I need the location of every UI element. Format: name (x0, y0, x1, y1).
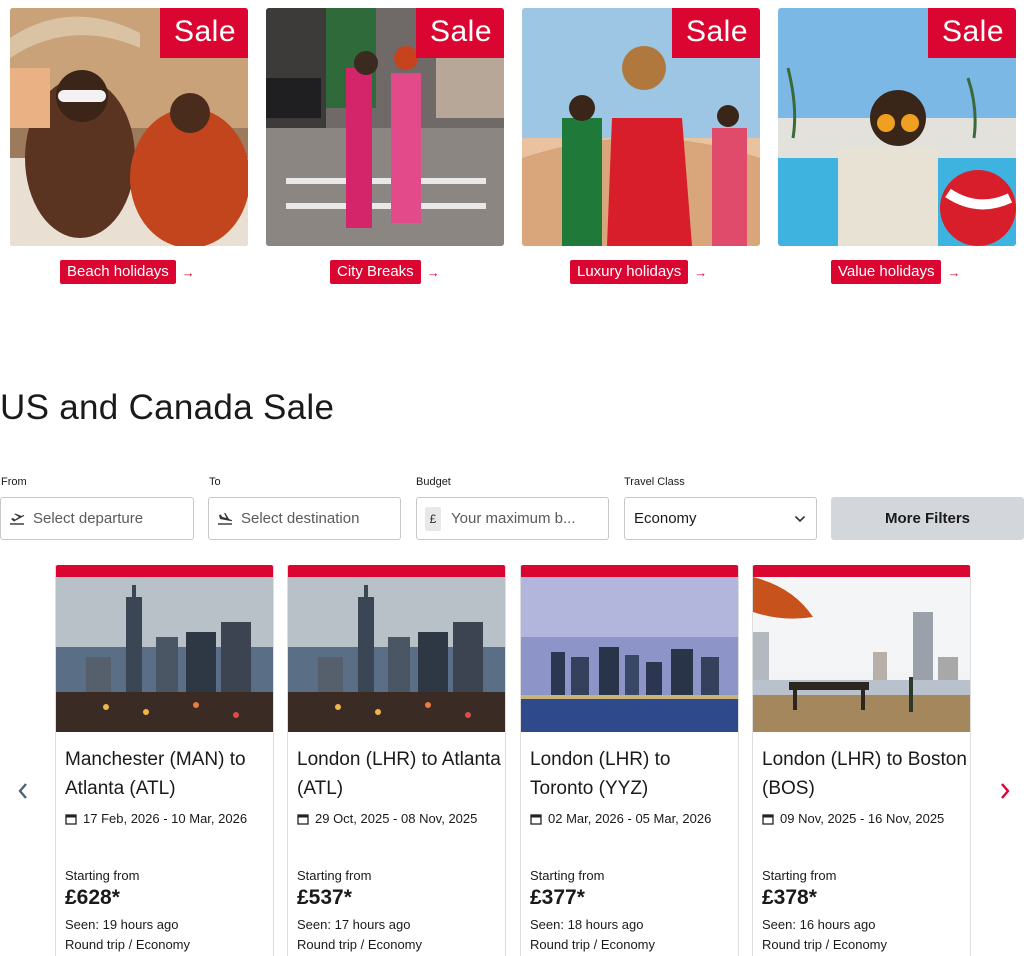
deal-price: £628* (65, 886, 120, 909)
starting-from-label: Starting from (65, 868, 140, 883)
city-breaks-image[interactable]: Sale (266, 8, 504, 246)
luxury-holidays-link[interactable]: Luxury holidays → (570, 260, 707, 284)
section-title: US and Canada Sale (0, 388, 335, 427)
calendar-icon (65, 813, 77, 825)
travel-class-label: Travel Class (624, 476, 685, 488)
deal-price: £377* (530, 886, 585, 909)
deal-date-range: 29 Oct, 2025 - 08 Nov, 2025 (315, 811, 478, 826)
seen-time: Seen: 19 hours ago (65, 917, 179, 932)
to-placeholder: Select destination (241, 510, 360, 527)
arrow-right-icon: → (426, 264, 440, 280)
toronto-skyline-photo (521, 577, 738, 732)
atlanta-skyline-photo (288, 577, 505, 732)
trip-type: Round trip / Economy (530, 937, 656, 952)
deal-card[interactable]: Manchester (MAN) to Atlanta (ATL) 17 Feb… (55, 565, 274, 956)
calendar-icon (297, 813, 309, 825)
deal-route: London (LHR) to Atlanta (ATL) (297, 749, 501, 799)
sale-badge: Sale (159, 8, 248, 58)
to-label: To (209, 476, 221, 488)
budget-label: Budget (416, 476, 451, 488)
arrow-right-icon: → (947, 264, 961, 280)
calendar-icon (762, 813, 774, 825)
beach-holidays-image[interactable]: Sale (10, 8, 248, 246)
deal-date-range: 09 Nov, 2025 - 16 Nov, 2025 (780, 811, 945, 826)
seen-time: Seen: 17 hours ago (297, 917, 411, 932)
arrow-right-icon: → (694, 264, 708, 280)
deal-dates: 02 Mar, 2026 - 05 Mar, 2026 (530, 811, 711, 826)
calendar-icon (530, 813, 542, 825)
value-holidays-label[interactable]: Value holidays (831, 260, 942, 284)
trip-type: Round trip / Economy (65, 937, 191, 952)
deal-date-range: 17 Feb, 2026 - 10 Mar, 2026 (83, 811, 248, 826)
deal-dates: 09 Nov, 2025 - 16 Nov, 2025 (762, 811, 944, 826)
sale-badge: Sale (415, 8, 504, 58)
atlanta-skyline-photo (56, 577, 273, 732)
from-field[interactable]: Select departure (0, 497, 194, 540)
more-filters-button[interactable]: More Filters (831, 497, 1024, 540)
currency-symbol: £ (425, 506, 441, 531)
carousel-next-icon[interactable] (996, 780, 1014, 802)
deal-card-accent (288, 565, 505, 577)
starting-from-label: Starting from (530, 868, 605, 883)
deal-route: Manchester (MAN) to Atlanta (ATL) (65, 749, 246, 799)
seen-time: Seen: 16 hours ago (762, 917, 876, 932)
city-breaks-label[interactable]: City Breaks (330, 260, 421, 284)
city-breaks-link[interactable]: City Breaks → (330, 260, 440, 284)
beach-holidays-link[interactable]: Beach holidays → (60, 260, 195, 284)
starting-from-label: Starting from (297, 868, 372, 883)
deal-card[interactable]: London (LHR) to Boston (BOS) 09 Nov, 202… (752, 565, 971, 956)
deal-dates: 29 Oct, 2025 - 08 Nov, 2025 (297, 811, 477, 826)
seen-time: Seen: 18 hours ago (530, 917, 644, 932)
sale-badge: Sale (927, 8, 1016, 58)
to-field[interactable]: Select destination (208, 497, 401, 540)
value-holidays-image[interactable]: Sale (778, 8, 1016, 246)
budget-placeholder: Your maximum b... (451, 510, 576, 527)
carousel-prev-icon[interactable] (14, 780, 32, 802)
luxury-holidays-image[interactable]: Sale (522, 8, 760, 246)
luxury-holidays-label[interactable]: Luxury holidays (570, 260, 689, 284)
value-holidays-link[interactable]: Value holidays → (831, 260, 960, 284)
deal-price: £537* (297, 886, 352, 909)
boston-skyline-photo (753, 577, 970, 732)
departure-plane-icon (10, 513, 25, 525)
deal-price: £378* (762, 886, 817, 909)
deal-card[interactable]: London (LHR) to Toronto (YYZ) 02 Mar, 20… (520, 565, 739, 956)
travel-class-value: Economy (634, 510, 697, 527)
arrival-plane-icon (218, 512, 233, 525)
deal-route: London (LHR) to Boston (BOS) (762, 749, 967, 799)
beach-holidays-label[interactable]: Beach holidays (60, 260, 176, 284)
deal-date-range: 02 Mar, 2026 - 05 Mar, 2026 (548, 811, 712, 826)
starting-from-label: Starting from (762, 868, 837, 883)
deal-card-accent (56, 565, 273, 577)
trip-type: Round trip / Economy (297, 937, 423, 952)
from-placeholder: Select departure (33, 510, 144, 527)
budget-field[interactable]: £ Your maximum b... (416, 497, 609, 540)
arrow-right-icon: → (181, 264, 195, 280)
from-label: From (1, 476, 27, 488)
chevron-down-icon (794, 515, 806, 522)
deal-dates: 17 Feb, 2026 - 10 Mar, 2026 (65, 811, 247, 826)
deal-card-accent (521, 565, 738, 577)
deal-route: London (LHR) to Toronto (YYZ) (530, 749, 671, 799)
sale-badge: Sale (671, 8, 760, 58)
deal-card-accent (753, 565, 970, 577)
trip-type: Round trip / Economy (762, 937, 888, 952)
travel-class-select[interactable]: Economy (624, 497, 817, 540)
deal-card[interactable]: London (LHR) to Atlanta (ATL) 29 Oct, 20… (287, 565, 506, 956)
